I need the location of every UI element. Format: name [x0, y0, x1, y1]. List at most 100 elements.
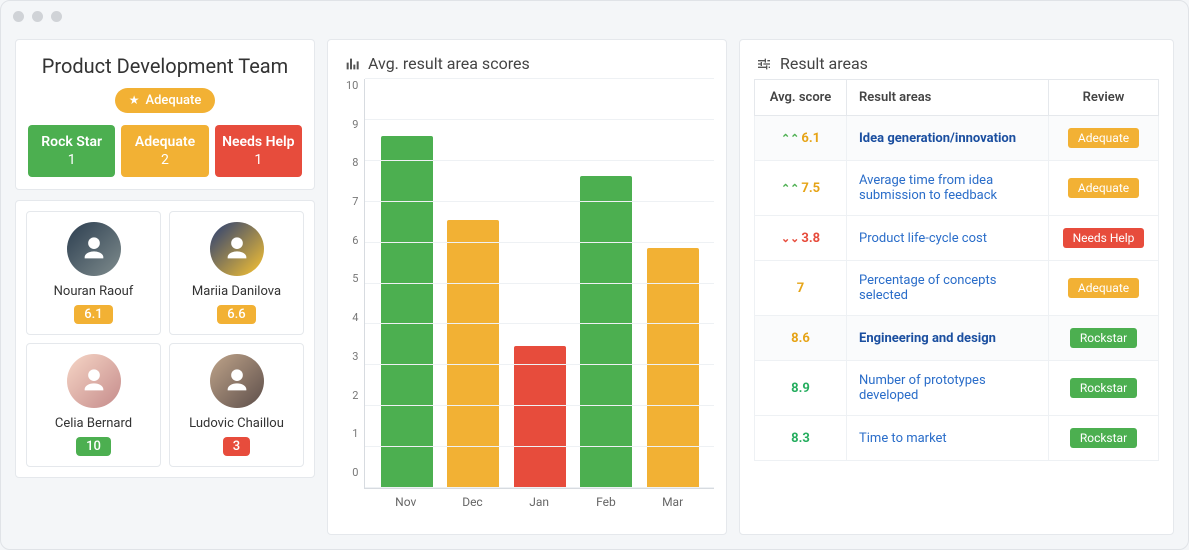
x-tick-label: Dec	[444, 495, 500, 509]
member-score-chip: 6.6	[217, 305, 255, 324]
bar-Mar[interactable]	[647, 248, 699, 488]
member-name: Nouran Raouf	[33, 284, 154, 299]
chart-bar[interactable]	[445, 220, 501, 488]
trend-up-icon: ⌃⌃	[781, 132, 799, 145]
result-area-link[interactable]: Product life-cycle cost	[859, 231, 987, 246]
row-area: Percentage of concepts selected	[847, 261, 1049, 316]
result-areas-panel: Result areas Avg. score Result areas Rev…	[739, 39, 1174, 535]
stat-label: Adequate	[125, 133, 204, 151]
window-control-dot[interactable]	[32, 11, 43, 22]
window-control-dot[interactable]	[51, 11, 62, 22]
avatar	[67, 354, 121, 408]
chart-plot-area	[364, 79, 714, 489]
y-tick-label: 0	[346, 466, 358, 479]
x-tick-label: Jan	[511, 495, 567, 509]
review-badge: Rockstar	[1070, 428, 1137, 448]
stat-box[interactable]: Adequate2	[121, 125, 208, 177]
result-area-link[interactable]: Number of prototypes developed	[859, 373, 986, 403]
stat-box[interactable]: Rock Star1	[28, 125, 115, 177]
person-icon	[223, 235, 251, 263]
team-members-grid: Nouran Raouf 6.1 Mariia Danilova 6.6 Cel…	[26, 211, 304, 467]
avatar	[67, 222, 121, 276]
chart-y-axis: 109876543210	[340, 79, 364, 479]
row-area: Average time from idea submission to fee…	[847, 161, 1049, 216]
window-control-dot[interactable]	[13, 11, 24, 22]
stat-label: Rock Star	[32, 133, 111, 151]
stat-count: 2	[125, 151, 204, 169]
row-review: Adequate	[1049, 116, 1159, 161]
result-areas-table: Avg. score Result areas Review ⌃⌃6.1 Ide…	[754, 79, 1159, 461]
row-review: Rockstar	[1049, 416, 1159, 461]
row-score: 7	[755, 261, 847, 316]
y-tick-label: 1	[346, 427, 358, 440]
result-area-row: ⌃⌃7.5 Average time from idea submission …	[755, 161, 1159, 216]
team-member-card[interactable]: Mariia Danilova 6.6	[169, 211, 304, 335]
y-tick-label: 5	[346, 272, 358, 285]
stat-count: 1	[219, 151, 298, 169]
result-area-row: 8.6 Engineering and design Rockstar	[755, 316, 1159, 361]
stat-box[interactable]: Needs Help1	[215, 125, 302, 177]
x-tick-label: Nov	[378, 495, 434, 509]
member-name: Celia Bernard	[33, 416, 154, 431]
result-area-row: ⌄⌄3.8 Product life-cycle cost Needs Help	[755, 216, 1159, 261]
col-avg-score[interactable]: Avg. score	[755, 80, 847, 116]
team-members-card: Nouran Raouf 6.1 Mariia Danilova 6.6 Cel…	[15, 200, 315, 478]
star-icon	[129, 93, 140, 108]
result-area-row: 7 Percentage of concepts selected Adequa…	[755, 261, 1159, 316]
y-tick-label: 6	[346, 234, 358, 247]
result-area-link[interactable]: Idea generation/innovation	[859, 131, 1016, 146]
bar-Dec[interactable]	[447, 220, 499, 488]
team-member-card[interactable]: Nouran Raouf 6.1	[26, 211, 161, 335]
review-badge: Needs Help	[1063, 228, 1145, 248]
bar-Feb[interactable]	[580, 176, 632, 488]
row-review: Rockstar	[1049, 361, 1159, 416]
chart-x-axis: NovDecJanFebMar	[364, 489, 714, 509]
person-icon	[80, 367, 108, 395]
y-tick-label: 2	[346, 389, 358, 402]
avg-scores-panel: Avg. result area scores 109876543210 Nov…	[327, 39, 727, 535]
team-title: Product Development Team	[28, 54, 302, 78]
result-area-link[interactable]: Time to market	[859, 431, 947, 446]
review-badge: Adequate	[1068, 128, 1139, 148]
review-badge: Adequate	[1068, 278, 1139, 298]
person-icon	[223, 367, 251, 395]
chart-plot-wrap: NovDecJanFebMar	[364, 79, 714, 509]
member-score-chip: 6.1	[74, 305, 112, 324]
chart-bar[interactable]	[379, 136, 435, 488]
y-tick-label: 3	[346, 350, 358, 363]
chart-bar[interactable]	[578, 176, 634, 488]
chart-bar[interactable]	[645, 248, 701, 488]
window-titlebar	[1, 1, 1188, 31]
row-score: ⌃⌃7.5	[755, 161, 847, 216]
member-name: Mariia Danilova	[176, 284, 297, 299]
review-badge: Rockstar	[1070, 378, 1137, 398]
row-area: Idea generation/innovation	[847, 116, 1049, 161]
avatar	[210, 222, 264, 276]
row-area: Engineering and design	[847, 316, 1049, 361]
team-member-card[interactable]: Celia Bernard 10	[26, 343, 161, 467]
bar-Jan[interactable]	[514, 346, 566, 488]
y-tick-label: 4	[346, 311, 358, 324]
team-overall-badge: Adequate	[115, 88, 216, 113]
result-area-link[interactable]: Percentage of concepts selected	[859, 273, 996, 303]
team-member-card[interactable]: Ludovic Chaillou 3	[169, 343, 304, 467]
result-area-link[interactable]: Average time from idea submission to fee…	[859, 173, 997, 203]
left-column: Product Development Team Adequate Rock S…	[15, 39, 315, 535]
col-review[interactable]: Review	[1049, 80, 1159, 116]
review-badge: Rockstar	[1070, 328, 1137, 348]
bar-Nov[interactable]	[381, 136, 433, 488]
row-review: Adequate	[1049, 161, 1159, 216]
stat-count: 1	[32, 151, 111, 169]
team-stat-row: Rock Star1Adequate2Needs Help1	[28, 125, 302, 177]
row-review: Needs Help	[1049, 216, 1159, 261]
row-score: 8.6	[755, 316, 847, 361]
col-result-areas[interactable]: Result areas	[847, 80, 1049, 116]
chart: 109876543210 NovDecJanFebMar	[340, 79, 714, 509]
app-window: Product Development Team Adequate Rock S…	[0, 0, 1189, 550]
team-summary-card: Product Development Team Adequate Rock S…	[15, 39, 315, 190]
result-area-link[interactable]: Engineering and design	[859, 331, 996, 346]
chart-bar[interactable]	[512, 346, 568, 488]
row-area: Time to market	[847, 416, 1049, 461]
person-icon	[80, 235, 108, 263]
row-review: Adequate	[1049, 261, 1159, 316]
